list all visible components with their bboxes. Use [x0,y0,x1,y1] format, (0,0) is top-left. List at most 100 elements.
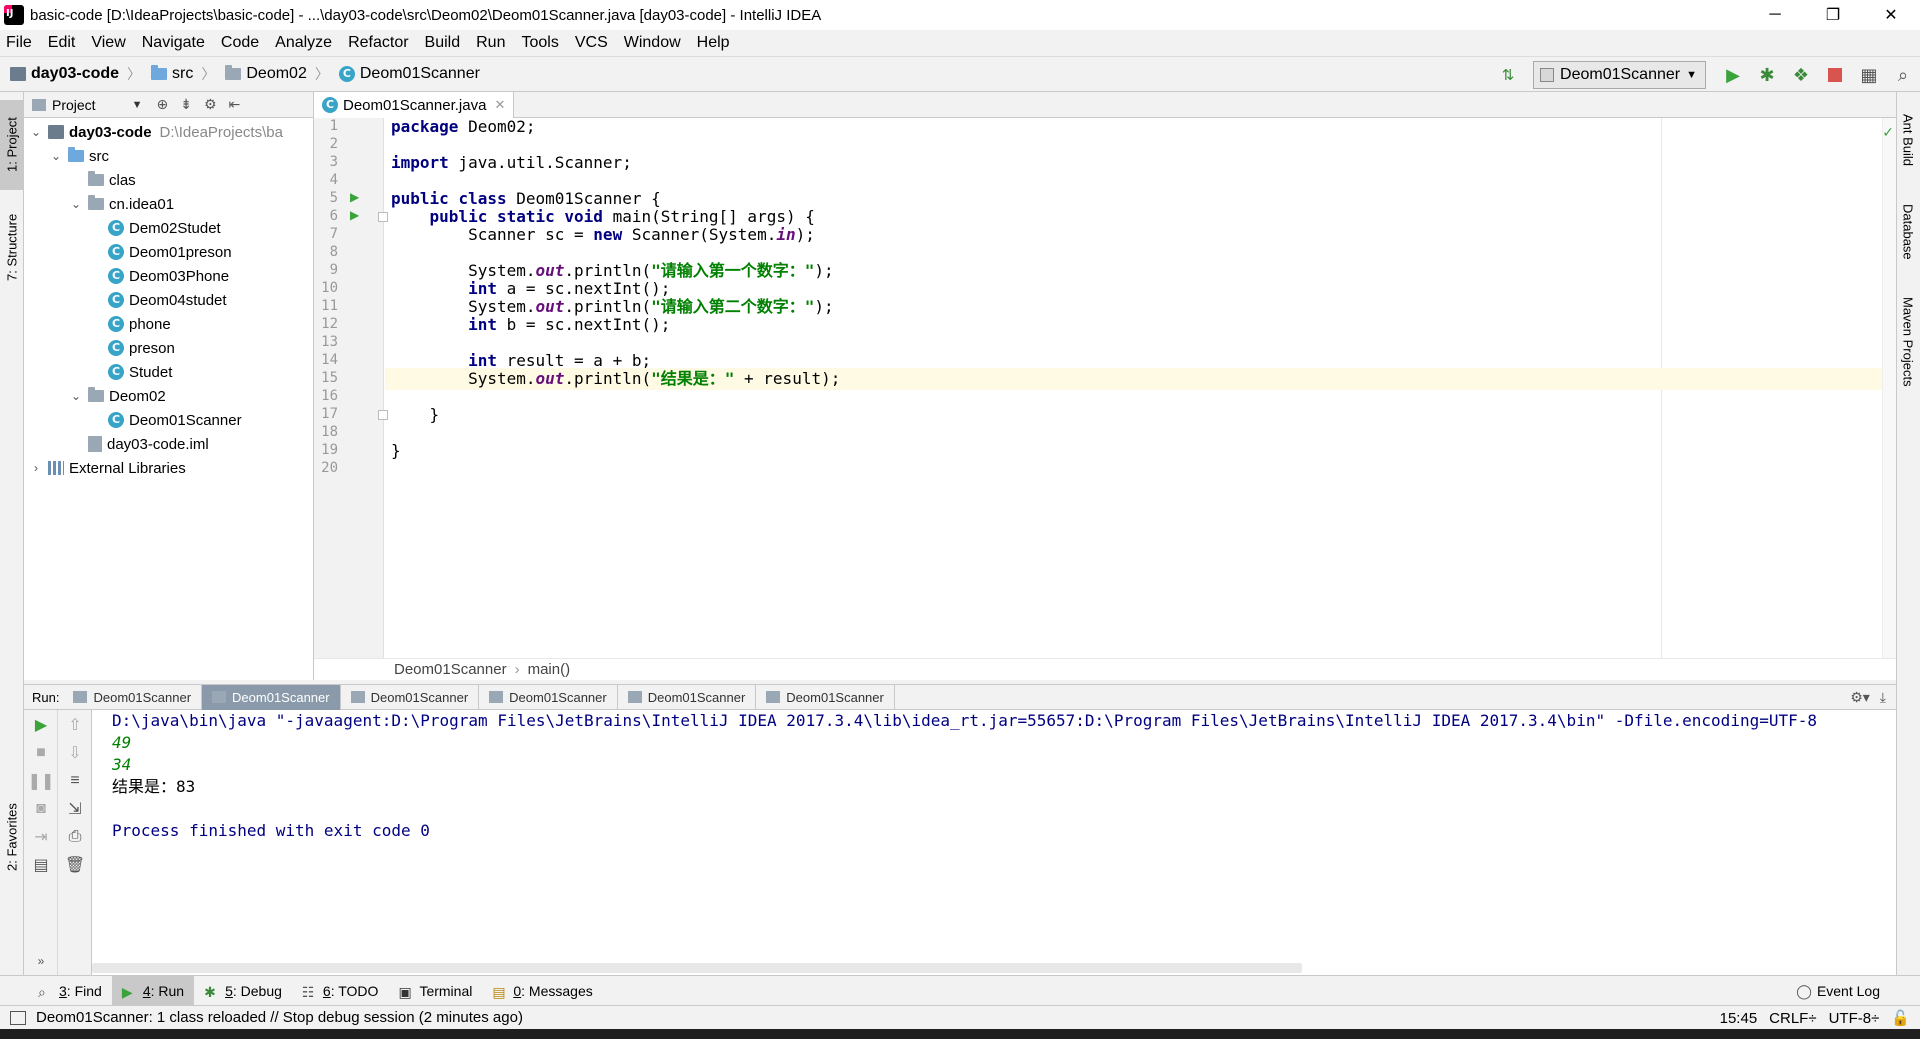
menu-build[interactable]: Build [417,34,469,52]
tree-item[interactable]: C Deom01preson [24,240,313,264]
menu-file[interactable]: File [0,34,40,52]
tool-todo[interactable]: ☷ 6: TODO [292,976,389,1006]
menu-run[interactable]: Run [468,34,513,52]
tool-debug[interactable]: ✱ 5: Debug [194,976,292,1006]
chevron-down-icon[interactable]: ⌄ [48,149,64,163]
soft-wrap-icon[interactable]: ≡ [66,772,84,790]
toggle-tool-windows-icon[interactable] [10,1010,26,1025]
locate-icon[interactable]: ⊕ [156,96,168,113]
gear-icon[interactable]: ⚙▾ [1850,689,1870,706]
breadcrumb-method[interactable]: main() [528,661,571,678]
project-structure-icon[interactable]: ▦ [1852,57,1886,93]
tree-item[interactable]: C Deom03Phone [24,264,313,288]
run-gutter-icon[interactable]: ▶ [350,190,359,204]
close-button[interactable]: ✕ [1862,0,1920,30]
code-line[interactable] [385,458,1896,480]
menu-edit[interactable]: Edit [40,34,84,52]
tree-item[interactable]: day03-code.iml [24,432,313,456]
hide-panel-icon[interactable]: ⤓ [1880,689,1886,706]
code-area[interactable]: package Deom02; import java.util.Scanner;… [385,117,1896,658]
build-icon[interactable]: ⇅ [1491,57,1525,93]
tree-item[interactable]: ⌄ Deom02 [24,384,313,408]
chevron-down-icon[interactable]: ▼ [132,99,143,111]
menu-analyze[interactable]: Analyze [267,34,340,52]
tree-item[interactable]: C Studet [24,360,313,384]
trash-icon[interactable]: 🗑 [65,856,85,874]
caret-position[interactable]: 15:45 [1720,1010,1758,1027]
editor-tab-deom01scanner[interactable]: C Deom01Scanner.java ✕ [314,92,515,118]
chevron-down-icon[interactable]: ⌄ [28,125,44,139]
line-separator[interactable]: CRLF÷ [1769,1010,1816,1027]
tab-project[interactable]: 1: Project [0,100,24,190]
stop-icon[interactable] [1818,57,1852,93]
debug-icon[interactable]: ✱ [1750,57,1784,93]
breadcrumb-package[interactable]: Deom02 〉 [215,64,329,84]
tab-favorites[interactable]: 2: Favorites [0,792,24,882]
coverage-icon[interactable]: ❖ [1784,57,1818,93]
menu-code[interactable]: Code [213,34,267,52]
lock-icon[interactable]: 🔓 [1891,1009,1910,1027]
breadcrumb-class[interactable]: Deom01Scanner [394,661,507,678]
tool-find[interactable]: ⌕ 3: Find [28,976,112,1006]
tree-item[interactable]: C Deom04studet [24,288,313,312]
menu-help[interactable]: Help [689,34,738,52]
tool-run[interactable]: ▶ 4: Run [111,975,195,1006]
console-output[interactable]: D:\java\bin\java "-javaagent:D:\Program … [92,710,1896,975]
run-gutter-icon[interactable]: ▶ [350,208,359,222]
tree-item[interactable]: C Deom01Scanner [24,408,313,432]
tab-database[interactable]: Database [1896,192,1920,272]
event-log-button[interactable]: ◯ Event Log [1796,976,1880,1006]
run-tab[interactable]: Deom01Scanner [756,684,895,710]
menu-tools[interactable]: Tools [513,34,566,52]
tab-ant-build[interactable]: Ant Build [1896,100,1920,180]
chevron-down-icon[interactable]: ⌄ [68,389,84,403]
minimize-button[interactable]: ─ [1746,0,1804,30]
editor-scrollbar[interactable]: ✓ [1882,118,1896,658]
tree-item[interactable]: C Dem02Studet [24,216,313,240]
chevron-right-icon[interactable]: › [28,461,44,475]
more-icon[interactable]: » [32,952,50,970]
tree-item[interactable]: Cpreson [24,336,313,360]
code-editor[interactable]: 1 2 3 4 5 ▶ 6 ▶ 7 8 9 10 11 12 13 14 15 16 17 18 19 20 packag… [314,117,1896,658]
menu-window[interactable]: Window [616,34,689,52]
layout-icon[interactable]: ▤ [32,856,50,874]
print-icon[interactable]: ⎙ [66,828,84,846]
tree-item[interactable]: clas [24,168,313,192]
breadcrumb-src[interactable]: src 〉 [141,64,215,84]
menu-vcs[interactable]: VCS [567,34,616,52]
run-icon[interactable]: ▶ [1716,57,1750,93]
breadcrumb-module[interactable]: day03-code 〉 [0,64,141,84]
tool-terminal[interactable]: ▣ Terminal [388,976,482,1006]
camera-icon[interactable]: ◙ [32,800,50,818]
tree-item[interactable]: Cphone [24,312,313,336]
tree-item[interactable]: ⌄ src [24,144,313,168]
arrow-up-icon[interactable]: ⇧ [66,716,84,734]
gear-icon[interactable]: ⚙ [204,96,217,113]
search-icon[interactable]: ⌕ [1886,57,1920,93]
stop-icon[interactable]: ■ [32,744,50,762]
tree-item[interactable]: › External Libraries [24,456,313,480]
maximize-button[interactable]: ❐ [1804,0,1862,30]
close-tab-icon[interactable]: ✕ [494,97,505,113]
tree-item[interactable]: ⌄ day03-code D:\IdeaProjects\ba [24,120,313,144]
console-horizontal-scrollbar[interactable] [92,963,1302,973]
menu-refactor[interactable]: Refactor [340,34,416,52]
menu-view[interactable]: View [83,34,133,52]
exit-icon[interactable]: ⇥ [32,828,50,846]
run-tab[interactable]: Deom01Scanner [479,684,618,710]
tool-messages[interactable]: ▤ 0: Messages [482,976,602,1006]
run-configuration-select[interactable]: Deom01Scanner ▼ [1533,61,1706,89]
file-encoding[interactable]: UTF-8÷ [1829,1010,1880,1027]
menu-navigate[interactable]: Navigate [134,34,213,52]
run-tab[interactable]: Deom01Scanner [63,684,203,710]
run-tab[interactable]: Deom01Scanner [341,684,480,710]
arrow-down-icon[interactable]: ⇩ [66,744,84,762]
rerun-icon[interactable]: ▶ [32,716,50,734]
run-tab[interactable]: Deom01Scanner [202,684,341,710]
hide-panel-icon[interactable]: ⇤ [229,96,241,113]
project-view-select[interactable]: Project [52,97,96,113]
tree-item[interactable]: ⌄ cn.idea01 [24,192,313,216]
tab-structure[interactable]: 7: Structure [0,197,24,297]
breadcrumb-class[interactable]: C Deom01Scanner [329,65,480,83]
pause-icon[interactable]: ❚❚ [28,772,55,790]
